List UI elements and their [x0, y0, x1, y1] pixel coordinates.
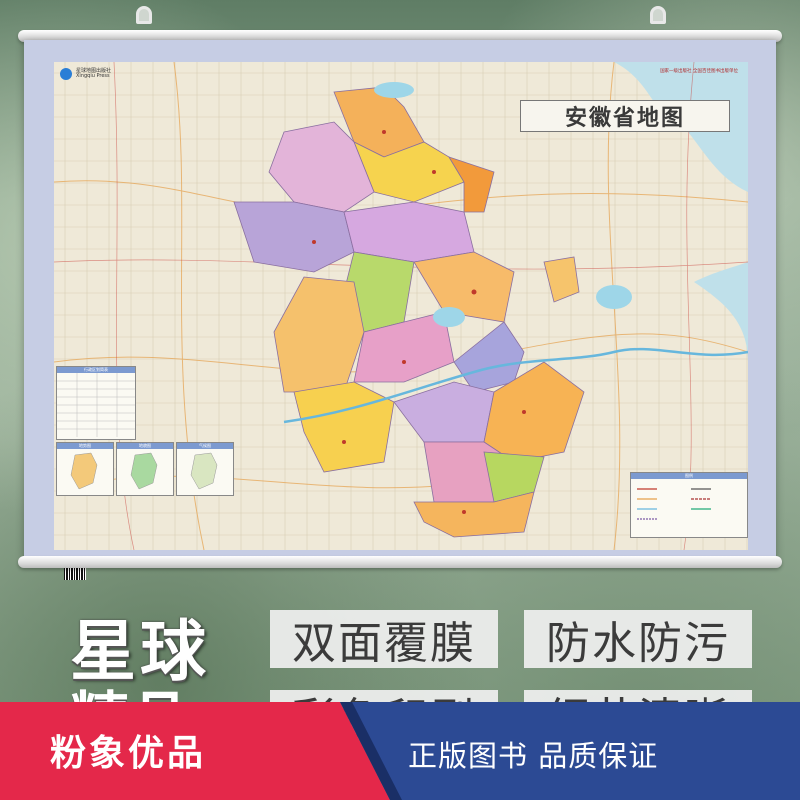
publisher-logo: 星球地图出版社 Xingqiu Press: [60, 68, 111, 80]
wall-map: 星球地图出版社 Xingqiu Press 国家一级出版社 全国百佳图书出版单位…: [24, 40, 776, 580]
inset-map-2: 地貌图: [116, 442, 174, 496]
bottom-hanging-rod: [18, 556, 782, 568]
feature-1: 双面覆膜: [270, 610, 498, 669]
map-area: 星球地图出版社 Xingqiu Press 国家一级出版社 全国百佳图书出版单位…: [54, 62, 748, 550]
feature-2: 防水防污: [524, 610, 752, 669]
map-legend: 图例: [630, 472, 748, 538]
admin-table-lines: [57, 373, 135, 437]
hanging-hook-left: [136, 6, 152, 24]
publisher-note: 国家一级出版社 全国百佳图书出版单位: [660, 69, 738, 74]
map-title: 安徽省地图: [564, 105, 685, 131]
hanging-hook-right: [650, 6, 666, 24]
admin-table: 行政区划简表: [56, 366, 136, 440]
publisher-name-en: Xingqiu Press: [76, 73, 110, 79]
globe-icon: [60, 68, 72, 80]
inset-map-1: 地势图: [56, 442, 114, 496]
inset-map-3: 气候图: [176, 442, 234, 496]
quality-slogan: 正版图书 品质保证: [408, 739, 659, 773]
store-name: 粉象优品: [50, 733, 207, 774]
map-title-box: 安徽省地图: [520, 100, 730, 132]
